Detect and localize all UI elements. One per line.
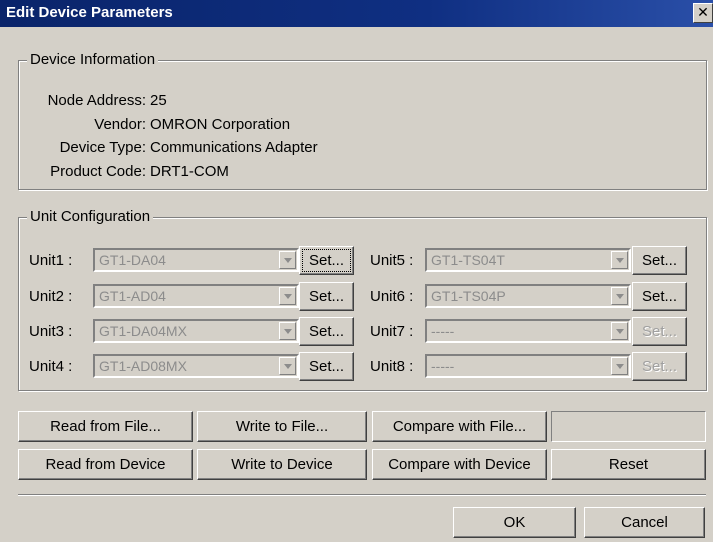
dialog-window: Edit Device Parameters ✕ Device Informat… (0, 0, 713, 542)
unit7-select[interactable]: ----- (425, 319, 631, 343)
separator (18, 494, 706, 496)
unit6-select[interactable]: GT1-TS04P (425, 284, 631, 308)
unit8-label: Unit8 : (370, 358, 414, 375)
vendor-label: Vendor: (94, 116, 146, 133)
unit1-value: GT1-DA04 (99, 252, 166, 268)
unit2-select[interactable]: GT1-AD04 (93, 284, 299, 308)
device-type-row: Device Type: Communications Adapter (0, 139, 318, 156)
unit7-set-button[interactable]: Set... (632, 317, 687, 346)
read-from-device-button[interactable]: Read from Device (18, 449, 193, 480)
node-address-row: Node Address: 25 (0, 92, 167, 109)
ok-button[interactable]: OK (453, 507, 576, 538)
unit6-set-button[interactable]: Set... (632, 282, 687, 311)
unit8-value: ----- (431, 358, 455, 374)
product-code-label: Product Code: (50, 163, 146, 180)
unit3-label: Unit3 : (29, 323, 73, 340)
unit1-select[interactable]: GT1-DA04 (93, 248, 299, 272)
unit3-select[interactable]: GT1-DA04MX (93, 319, 299, 343)
unit-configuration-title: Unit Configuration (27, 208, 154, 225)
close-button[interactable]: ✕ (693, 3, 713, 23)
status-box (551, 411, 706, 442)
chevron-down-icon[interactable] (611, 357, 628, 375)
unit6-value: GT1-TS04P (431, 288, 506, 304)
unit8-select[interactable]: ----- (425, 354, 631, 378)
unit7-value: ----- (431, 323, 455, 339)
product-code-value: DRT1-COM (150, 163, 229, 180)
node-address-label: Node Address: (47, 92, 146, 109)
title-bar[interactable]: Edit Device Parameters ✕ (0, 0, 713, 27)
unit4-label: Unit4 : (29, 358, 73, 375)
cancel-button[interactable]: Cancel (584, 507, 705, 538)
vendor-row: Vendor: OMRON Corporation (0, 116, 290, 133)
unit5-set-button[interactable]: Set... (632, 246, 687, 275)
unit1-set-button[interactable]: Set... (299, 246, 354, 275)
unit2-label: Unit2 : (29, 288, 73, 305)
unit4-value: GT1-AD08MX (99, 358, 187, 374)
dialog-title: Edit Device Parameters (6, 4, 173, 21)
vendor-value: OMRON Corporation (150, 116, 291, 133)
product-code-row: Product Code: DRT1-COM (0, 163, 229, 180)
unit5-value: GT1-TS04T (431, 252, 505, 268)
chevron-down-icon[interactable] (279, 357, 296, 375)
unit6-label: Unit6 : (370, 288, 414, 305)
write-to-device-button[interactable]: Write to Device (197, 449, 367, 480)
unit7-label: Unit7 : (370, 323, 414, 340)
chevron-down-icon[interactable] (279, 322, 296, 340)
read-from-file-button[interactable]: Read from File... (18, 411, 193, 442)
unit2-set-button[interactable]: Set... (299, 282, 354, 311)
unit4-set-button[interactable]: Set... (299, 352, 354, 381)
chevron-down-icon[interactable] (279, 287, 296, 305)
reset-button[interactable]: Reset (551, 449, 706, 480)
unit1-label: Unit1 : (29, 252, 73, 269)
node-address-value: 25 (150, 92, 167, 109)
compare-with-file-button[interactable]: Compare with File... (372, 411, 547, 442)
chevron-down-icon[interactable] (279, 251, 296, 269)
write-to-file-button[interactable]: Write to File... (197, 411, 367, 442)
device-type-label: Device Type: (59, 139, 146, 156)
compare-with-device-button[interactable]: Compare with Device (372, 449, 547, 480)
unit4-select[interactable]: GT1-AD08MX (93, 354, 299, 378)
unit8-set-button[interactable]: Set... (632, 352, 687, 381)
unit5-select[interactable]: GT1-TS04T (425, 248, 631, 272)
unit3-set-button[interactable]: Set... (299, 317, 354, 346)
device-type-value: Communications Adapter (150, 139, 318, 156)
chevron-down-icon[interactable] (611, 287, 628, 305)
chevron-down-icon[interactable] (611, 251, 628, 269)
unit3-value: GT1-DA04MX (99, 323, 187, 339)
chevron-down-icon[interactable] (611, 322, 628, 340)
unit2-value: GT1-AD04 (99, 288, 166, 304)
close-icon: ✕ (697, 4, 709, 20)
unit5-label: Unit5 : (370, 252, 414, 269)
device-information-title: Device Information (27, 51, 159, 68)
